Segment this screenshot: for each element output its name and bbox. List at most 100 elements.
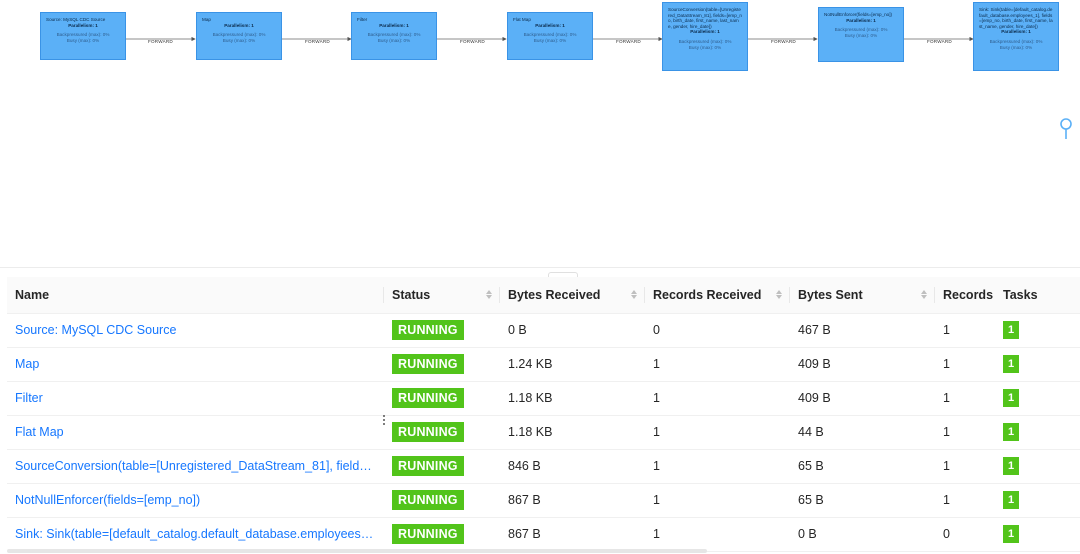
- graph-node-source[interactable]: Source: MySQL CDC Source Parallelism: 1 …: [40, 12, 126, 60]
- tasks-cell: 1: [995, 347, 1080, 382]
- sort-icon[interactable]: [921, 290, 927, 300]
- vertex-name-link[interactable]: Map: [7, 347, 384, 382]
- edge-label: FORWARD: [460, 39, 485, 44]
- search-icon[interactable]: [1058, 117, 1074, 143]
- node-title: SourceConversion(table=[Unregistered_Dat…: [668, 7, 742, 29]
- bytes-received-cell: 1.24 KB: [500, 347, 645, 382]
- graph-node-sink[interactable]: Sink: Sink(table=[default_catalog.defaul…: [973, 2, 1059, 71]
- task-count-badge[interactable]: 1: [1003, 491, 1019, 509]
- task-count-badge[interactable]: 1: [1003, 423, 1019, 441]
- node-backpressured: Backpressured (max): 0%: [678, 38, 732, 44]
- node-parallelism: Parallelism: 1: [224, 22, 254, 28]
- status-badge: RUNNING: [392, 354, 464, 374]
- vertex-name-link[interactable]: Flat Map: [7, 415, 384, 450]
- records-received-cell: 1: [645, 449, 790, 484]
- records-sent-cell: 1: [935, 313, 995, 348]
- bytes-received-cell: 846 B: [500, 449, 645, 484]
- node-parallelism: Parallelism: 1: [846, 17, 876, 23]
- column-header-name[interactable]: Name: [7, 277, 384, 314]
- bytes-sent-cell: 65 B: [790, 483, 935, 518]
- status-cell: RUNNING: [384, 347, 500, 382]
- drag-handle-icon[interactable]: [380, 410, 388, 430]
- table-row[interactable]: Map RUNNING 1.24 KB 1 409 B 1 1: [7, 347, 1080, 382]
- graph-node-not-null-enforcer[interactable]: NotNullEnforcer(fields=[emp_no]) Paralle…: [818, 7, 904, 62]
- table-row[interactable]: Flat Map RUNNING 1.18 KB 1 44 B 1 1: [7, 415, 1080, 450]
- column-label: Status: [392, 287, 431, 302]
- bytes-sent-cell: 409 B: [790, 347, 935, 382]
- column-header-bytes-sent[interactable]: Bytes Sent: [790, 277, 935, 314]
- node-busy: Busy (max): 0%: [999, 44, 1033, 50]
- table-row[interactable]: Sink: Sink(table=[default_catalog.defaul…: [7, 517, 1080, 552]
- status-cell: RUNNING: [384, 483, 500, 518]
- task-count-badge[interactable]: 1: [1003, 389, 1019, 407]
- vertex-name-link[interactable]: Filter: [7, 381, 384, 416]
- graph-node-source-conversion[interactable]: SourceConversion(table=[Unregistered_Dat…: [662, 2, 748, 71]
- bytes-received-cell: 1.18 KB: [500, 381, 645, 416]
- vertex-name-link[interactable]: Source: MySQL CDC Source: [7, 313, 384, 348]
- status-cell: RUNNING: [384, 517, 500, 552]
- graph-node-flat-map[interactable]: Flat Map Parallelism: 1 Backpressured (m…: [507, 12, 593, 60]
- horizontal-scrollbar[interactable]: [7, 549, 707, 553]
- tasks-cell: 1: [995, 483, 1080, 518]
- bytes-sent-cell: 0 B: [790, 517, 935, 552]
- task-count-badge[interactable]: 1: [1003, 525, 1019, 543]
- column-header-records-sent[interactable]: Records Sent: [935, 277, 995, 314]
- node-backpressured: Backpressured (max): 0%: [523, 32, 577, 38]
- task-count-badge[interactable]: 1: [1003, 457, 1019, 475]
- job-graph[interactable]: Source: MySQL CDC Source Parallelism: 1 …: [0, 0, 1080, 268]
- bytes-received-cell: 867 B: [500, 517, 645, 552]
- sort-icon[interactable]: [486, 290, 492, 300]
- node-title: NotNullEnforcer(fields=[emp_no]): [824, 12, 893, 17]
- sort-icon[interactable]: [776, 290, 782, 300]
- column-header-records-received[interactable]: Records Received: [645, 277, 790, 314]
- bytes-sent-cell: 44 B: [790, 415, 935, 450]
- node-backpressured: Backpressured (max): 0%: [367, 32, 421, 38]
- bytes-received-cell: 867 B: [500, 483, 645, 518]
- node-busy: Busy (max): 0%: [377, 37, 411, 43]
- column-label: Bytes Received: [508, 287, 601, 302]
- table-row[interactable]: Filter RUNNING 1.18 KB 1 409 B 1 1: [7, 381, 1080, 416]
- records-received-cell: 1: [645, 347, 790, 382]
- status-badge: RUNNING: [392, 422, 464, 442]
- node-busy: Busy (max): 0%: [222, 37, 256, 43]
- task-count-badge[interactable]: 1: [1003, 321, 1019, 339]
- vertex-name-link[interactable]: SourceConversion(table=[Unregistered_Dat…: [7, 449, 384, 484]
- column-header-status[interactable]: Status: [384, 277, 500, 314]
- tasks-cell: 1: [995, 415, 1080, 450]
- records-sent-cell: 1: [935, 483, 995, 518]
- edge-label: FORWARD: [616, 39, 641, 44]
- column-label: Name: [15, 287, 50, 302]
- edge-label: FORWARD: [148, 39, 173, 44]
- column-header-tasks[interactable]: Tasks: [995, 277, 1080, 314]
- node-parallelism: Parallelism: 1: [379, 22, 409, 28]
- node-backpressured: Backpressured (max): 0%: [834, 27, 888, 33]
- tasks-cell: 1: [995, 313, 1080, 348]
- node-backpressured: Backpressured (max): 0%: [989, 38, 1043, 44]
- node-backpressured: Backpressured (max): 0%: [212, 32, 266, 38]
- table-row[interactable]: SourceConversion(table=[Unregistered_Dat…: [7, 449, 1080, 484]
- tasks-cell: 1: [995, 449, 1080, 484]
- records-sent-cell: 1: [935, 347, 995, 382]
- vertex-table: Name Status Bytes Received Records Recei…: [7, 277, 1080, 554]
- node-busy: Busy (max): 0%: [688, 44, 722, 50]
- records-sent-cell: 1: [935, 449, 995, 484]
- records-received-cell: 1: [645, 517, 790, 552]
- records-received-cell: 0: [645, 313, 790, 348]
- node-busy: Busy (max): 0%: [66, 37, 100, 43]
- status-badge: RUNNING: [392, 490, 464, 510]
- graph-node-map[interactable]: Map Parallelism: 1 Backpressured (max): …: [196, 12, 282, 60]
- table-row[interactable]: NotNullEnforcer(fields=[emp_no]) RUNNING…: [7, 483, 1080, 518]
- records-received-cell: 1: [645, 483, 790, 518]
- node-parallelism: Parallelism: 1: [1001, 29, 1031, 35]
- task-count-badge[interactable]: 1: [1003, 355, 1019, 373]
- node-busy: Busy (max): 0%: [533, 37, 567, 43]
- sort-icon[interactable]: [631, 290, 637, 300]
- column-label: Tasks: [1003, 287, 1038, 302]
- column-header-bytes-received[interactable]: Bytes Received: [500, 277, 645, 314]
- vertex-name-link[interactable]: NotNullEnforcer(fields=[emp_no]): [7, 483, 384, 518]
- status-cell: RUNNING: [384, 449, 500, 484]
- bytes-received-cell: 0 B: [500, 313, 645, 348]
- table-row[interactable]: Source: MySQL CDC Source RUNNING 0 B 0 4…: [7, 313, 1080, 348]
- graph-node-filter[interactable]: Filter Parallelism: 1 Backpressured (max…: [351, 12, 437, 60]
- vertex-name-link[interactable]: Sink: Sink(table=[default_catalog.defaul…: [7, 517, 384, 552]
